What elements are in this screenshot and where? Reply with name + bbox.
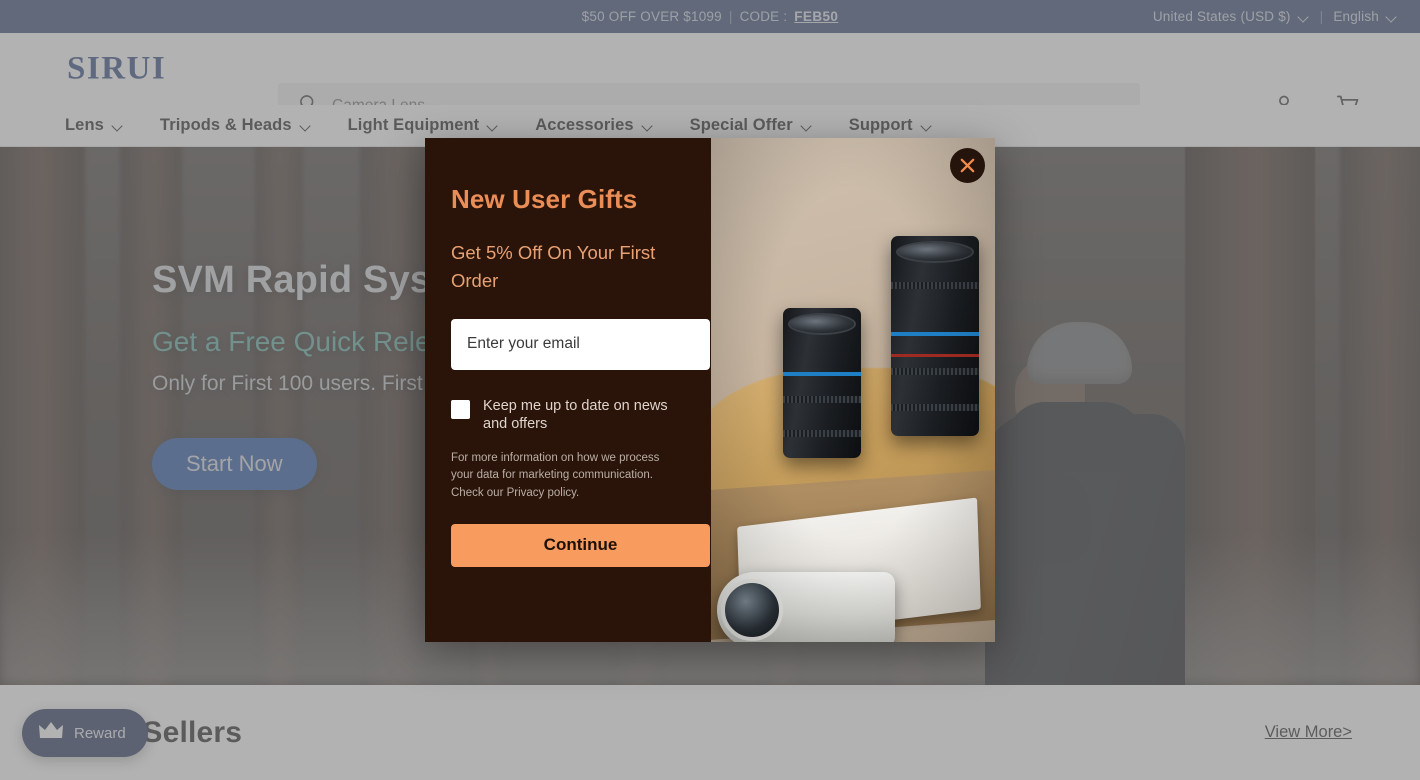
consent-label: Keep me up to date on news and offers bbox=[483, 397, 668, 433]
modal-title: New User Gifts bbox=[451, 184, 638, 214]
page-root: $50 OFF OVER $1099 | CODE : FEB50 United… bbox=[0, 0, 1420, 780]
email-input[interactable] bbox=[451, 318, 710, 370]
privacy-note: For more information on how we process y… bbox=[451, 452, 660, 499]
modal-product-image bbox=[711, 138, 995, 642]
modal-subtitle: Get 5% Off On Your First Order bbox=[451, 242, 656, 291]
continue-button[interactable]: Continue bbox=[451, 523, 710, 567]
consent-row: Keep me up to date on news and offers bbox=[451, 397, 682, 435]
close-icon[interactable] bbox=[950, 148, 985, 183]
modal-form-panel: New User Gifts Get 5% Off On Your First … bbox=[425, 138, 711, 642]
consent-checkbox[interactable] bbox=[451, 399, 470, 419]
newsletter-modal: New User Gifts Get 5% Off On Your First … bbox=[425, 138, 995, 642]
